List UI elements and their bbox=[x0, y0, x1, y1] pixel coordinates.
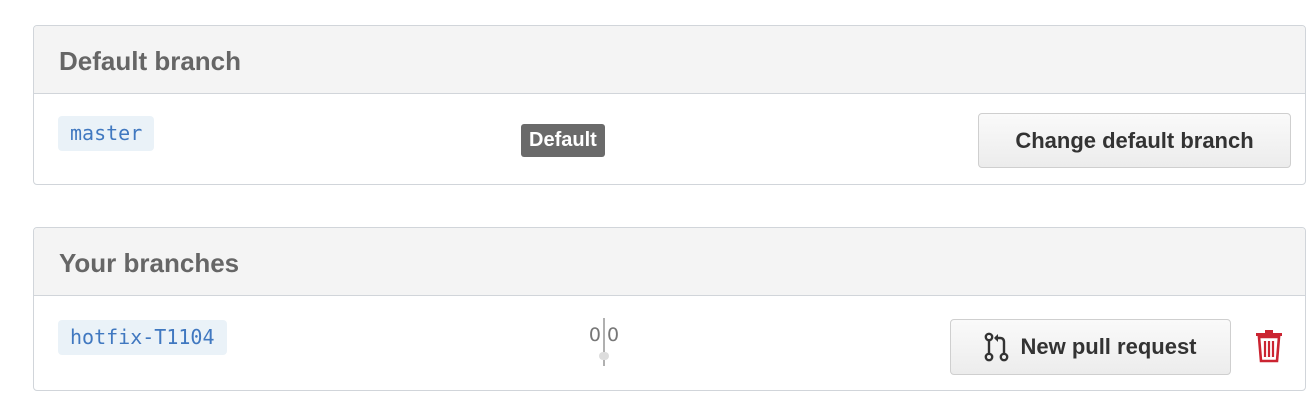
branch-name-master[interactable]: master bbox=[58, 116, 155, 151]
default-badge: Default bbox=[521, 124, 605, 157]
new-pull-request-label: New pull request bbox=[1020, 334, 1197, 359]
branch-name-hotfix[interactable]: hotfix-T1104 bbox=[58, 320, 227, 355]
ahead-behind-indicator: 0 0 bbox=[582, 316, 626, 366]
your-branches-title: Your branches bbox=[59, 248, 240, 278]
your-branches-box: Your branches hotfix-T1104 0 0 New pull … bbox=[33, 227, 1306, 391]
new-pull-request-button[interactable]: New pull request bbox=[950, 319, 1231, 375]
behind-count: 0 bbox=[588, 324, 601, 346]
default-branch-title: Default branch bbox=[59, 46, 242, 76]
branch-row: hotfix-T1104 0 0 New pull request bbox=[34, 296, 1305, 386]
ahead-count: 0 bbox=[607, 324, 620, 346]
trash-icon[interactable] bbox=[1255, 329, 1283, 363]
change-default-branch-button[interactable]: Change default branch bbox=[978, 113, 1291, 168]
git-pull-request-icon bbox=[984, 332, 1010, 362]
your-branches-header: Your branches bbox=[34, 228, 1305, 296]
default-branch-box: Default branch master Default Change def… bbox=[33, 25, 1306, 185]
ahead-behind-bar bbox=[599, 352, 609, 360]
default-branch-header: Default branch bbox=[34, 26, 1305, 94]
default-branch-row: master Default Change default branch bbox=[34, 94, 1305, 184]
